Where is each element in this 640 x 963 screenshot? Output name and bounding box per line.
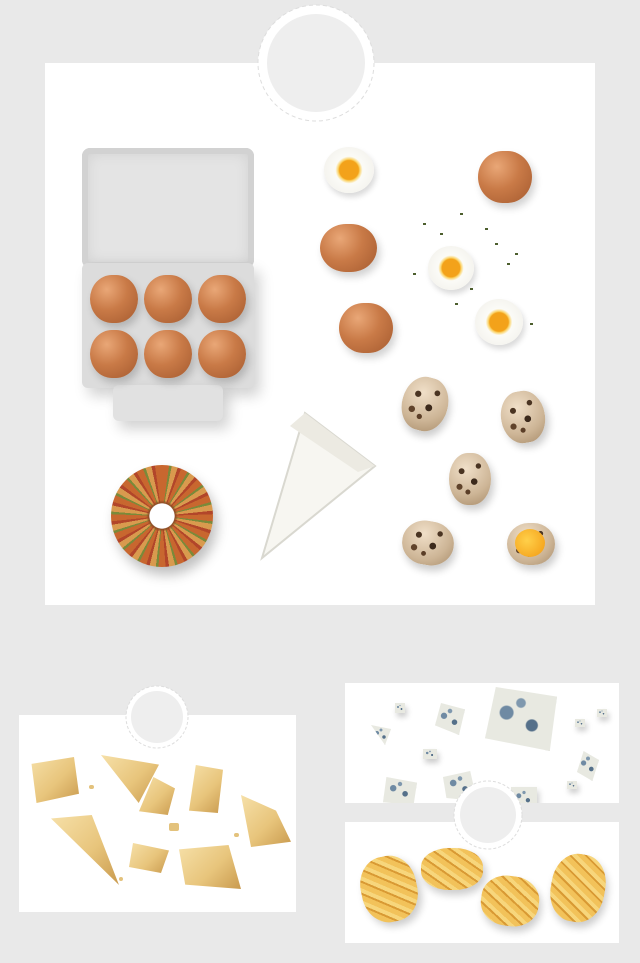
quail-egg	[449, 453, 491, 505]
tagliatelle-nest	[354, 850, 424, 928]
brown-egg	[198, 330, 246, 378]
parmesan-chunk	[241, 795, 291, 847]
blue-cheese-crumble	[395, 703, 405, 713]
parmesan-chunk	[51, 815, 119, 885]
cheese-crumb	[119, 877, 123, 881]
blue-cheese-crumble	[423, 749, 437, 759]
blue-cheese-crumble	[577, 751, 599, 781]
parmesan-chunk	[129, 843, 169, 873]
parmesan-chunk	[31, 757, 79, 803]
scalloped-badge	[453, 780, 523, 850]
blue-cheese-crumble	[371, 725, 391, 745]
cheese-crumb	[89, 785, 94, 789]
blue-cheese-crumble	[597, 709, 607, 717]
brown-egg	[144, 275, 192, 323]
parmesan-chunk	[179, 845, 241, 889]
soft-boiled-egg-half	[324, 147, 374, 193]
soft-boiled-egg-half	[428, 246, 474, 290]
blue-cheese-crumble	[435, 703, 465, 735]
herb-speck	[470, 288, 473, 290]
blue-cheese-crumble	[383, 777, 417, 803]
brown-egg	[320, 224, 377, 272]
cheese-crumb	[169, 823, 179, 831]
herb-speck	[455, 303, 458, 305]
herb-speck	[515, 253, 518, 255]
brown-egg	[90, 330, 138, 378]
brie-cheese-wedge	[260, 411, 377, 561]
tagliatelle-nest	[545, 849, 611, 927]
quail-egg	[398, 516, 458, 570]
brown-egg	[144, 330, 192, 378]
scalloped-badge	[257, 4, 375, 122]
soft-boiled-egg-half	[475, 299, 523, 345]
herb-speck	[530, 323, 533, 325]
egg-carton-lid	[82, 148, 254, 268]
scalloped-badge	[125, 685, 189, 749]
brown-egg	[339, 303, 393, 353]
blue-cheese-crumble	[575, 719, 585, 727]
quail-egg-yolk	[515, 529, 545, 557]
tagliatelle-nest	[477, 872, 543, 930]
cheese-crumb	[234, 833, 239, 837]
brown-egg	[198, 275, 246, 323]
quail-egg	[496, 387, 550, 447]
herb-speck	[495, 243, 498, 245]
seasoned-bagel	[111, 465, 213, 567]
herb-speck	[440, 233, 443, 235]
herb-speck	[485, 228, 488, 230]
egg-carton-flap	[113, 385, 223, 421]
brown-egg	[478, 151, 532, 203]
quail-egg	[395, 371, 455, 437]
parmesan-chunk	[189, 765, 223, 813]
herb-speck	[423, 223, 426, 225]
herb-speck	[413, 273, 416, 275]
herb-speck	[460, 213, 463, 215]
blue-cheese-block	[485, 687, 557, 751]
herb-speck	[507, 263, 510, 265]
brown-egg	[90, 275, 138, 323]
main-panel	[45, 63, 595, 605]
tagliatelle-nest	[421, 848, 483, 890]
blue-cheese-crumble	[567, 781, 577, 789]
